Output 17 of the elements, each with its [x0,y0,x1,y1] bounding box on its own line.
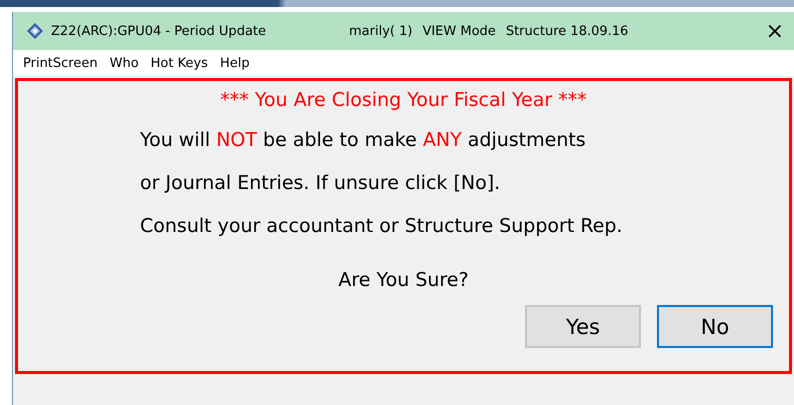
version-label: Structure 18.09.16 [506,24,630,38]
menu-item[interactable]: Hot Keys [146,56,213,70]
warning-text: Consult your accountant or Structure Support Rep. [140,214,624,239]
menu-item[interactable]: Help [214,56,255,70]
window-title: Z22(ARC):GPU04 - Period Update [51,24,268,38]
no-button[interactable]: No [657,305,773,348]
warning-heading: *** You Are Closing Your Fiscal Year *** [220,89,587,111]
mode-label: VIEW Mode [422,24,496,38]
user-label: marily( 1) [349,24,412,38]
close-button[interactable]: × [756,18,794,44]
menu-item[interactable]: Who [104,56,144,70]
yes-button[interactable]: Yes [525,305,641,348]
warning-text: You will NOT be able to make ANY adjustments [140,128,587,153]
menu-item[interactable]: PrintScreen [18,56,103,70]
warning-text: or Journal Entries. If unsure click [No]. [140,171,502,196]
app-icon [27,23,43,39]
question-text: Are You Sure? [338,269,469,291]
